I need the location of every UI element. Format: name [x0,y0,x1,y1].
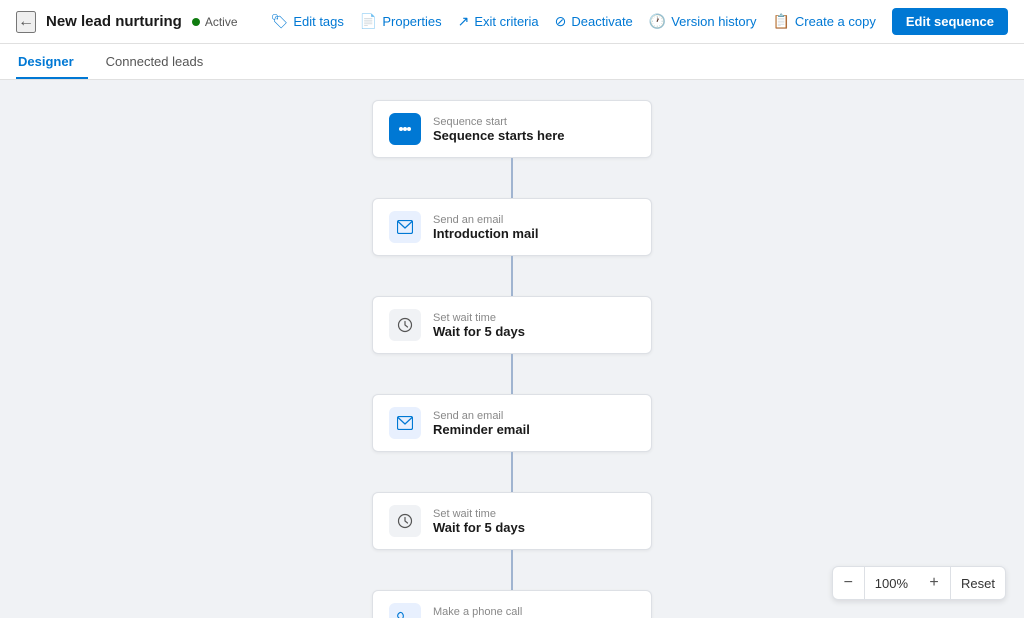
step-icon-send-email-2 [389,407,421,439]
header: ← New lead nurturing Active 🏷 Edit tags … [0,0,1024,44]
step-label-wait-1: Set wait time [433,312,525,324]
step-wait-1[interactable]: Set wait time Wait for 5 days [372,296,652,354]
connector-5 [511,550,513,590]
status-dot [192,18,200,26]
tab-connected-leads[interactable]: Connected leads [104,46,218,79]
zoom-reset-button[interactable]: Reset [950,567,1005,599]
version-history-button[interactable]: 🕐 Version history [649,13,757,30]
tab-designer[interactable]: Designer [16,46,88,79]
step-icon-wait-2 [389,505,421,537]
header-actions: 🏷 Edit tags 📄 Properties ↗ Exit criteria… [271,8,1008,35]
connector-2 [511,256,513,296]
properties-button[interactable]: 📄 Properties [360,13,442,30]
step-label-sequence-start: Sequence start [433,116,565,128]
step-title-wait-1: Wait for 5 days [433,324,525,339]
step-icon-send-email-1 [389,211,421,243]
edit-tags-icon: 🏷 [271,13,289,30]
create-copy-icon: 📋 [772,13,789,30]
flow-container: Sequence start Sequence starts here Send… [352,100,672,618]
deactivate-icon: ⊘ [555,13,567,30]
create-copy-button[interactable]: 📋 Create a copy [772,13,875,30]
step-send-email-2[interactable]: Send an email Reminder email [372,394,652,452]
step-icon-sequence-start [389,113,421,145]
zoom-controls: − 100% + Reset [832,566,1006,600]
zoom-out-button[interactable]: − [833,567,865,599]
exit-criteria-label: Exit criteria [474,14,538,29]
deactivate-label: Deactivate [571,14,632,29]
step-label-wait-2: Set wait time [433,508,525,520]
step-title-sequence-start: Sequence starts here [433,128,565,143]
step-icon-phone-call [389,603,421,618]
zoom-value: 100% [865,576,918,591]
zoom-in-button[interactable]: + [918,567,950,599]
exit-criteria-button[interactable]: ↗ Exit criteria [458,13,539,30]
connector-3 [511,354,513,394]
back-button[interactable]: ← [16,11,36,33]
step-sequence-start[interactable]: Sequence start Sequence starts here [372,100,652,158]
connector-1 [511,158,513,198]
canvas: Sequence start Sequence starts here Send… [0,80,1024,618]
status-badge: Active [192,15,238,29]
status-label: Active [205,15,238,29]
edit-tags-label: Edit tags [293,14,344,29]
step-label-phone-call: Make a phone call [433,606,522,618]
step-wait-2[interactable]: Set wait time Wait for 5 days [372,492,652,550]
connector-4 [511,452,513,492]
version-history-label: Version history [671,14,756,29]
version-history-icon: 🕐 [649,13,666,30]
step-title-send-email-1: Introduction mail [433,226,538,241]
edit-tags-button[interactable]: 🏷 Edit tags [271,13,344,30]
page-title: New lead nurturing [46,13,182,30]
step-phone-call[interactable]: Make a phone call Call customer [372,590,652,618]
step-send-email-1[interactable]: Send an email Introduction mail [372,198,652,256]
create-copy-label: Create a copy [795,14,876,29]
tabs: Designer Connected leads [0,44,1024,80]
step-label-send-email-1: Send an email [433,214,538,226]
edit-sequence-button[interactable]: Edit sequence [892,8,1008,35]
deactivate-button[interactable]: ⊘ Deactivate [555,13,633,30]
exit-criteria-icon: ↗ [458,13,470,30]
step-title-send-email-2: Reminder email [433,422,530,437]
step-title-wait-2: Wait for 5 days [433,520,525,535]
step-icon-wait-1 [389,309,421,341]
properties-icon: 📄 [360,13,377,30]
step-label-send-email-2: Send an email [433,410,530,422]
properties-label: Properties [382,14,441,29]
